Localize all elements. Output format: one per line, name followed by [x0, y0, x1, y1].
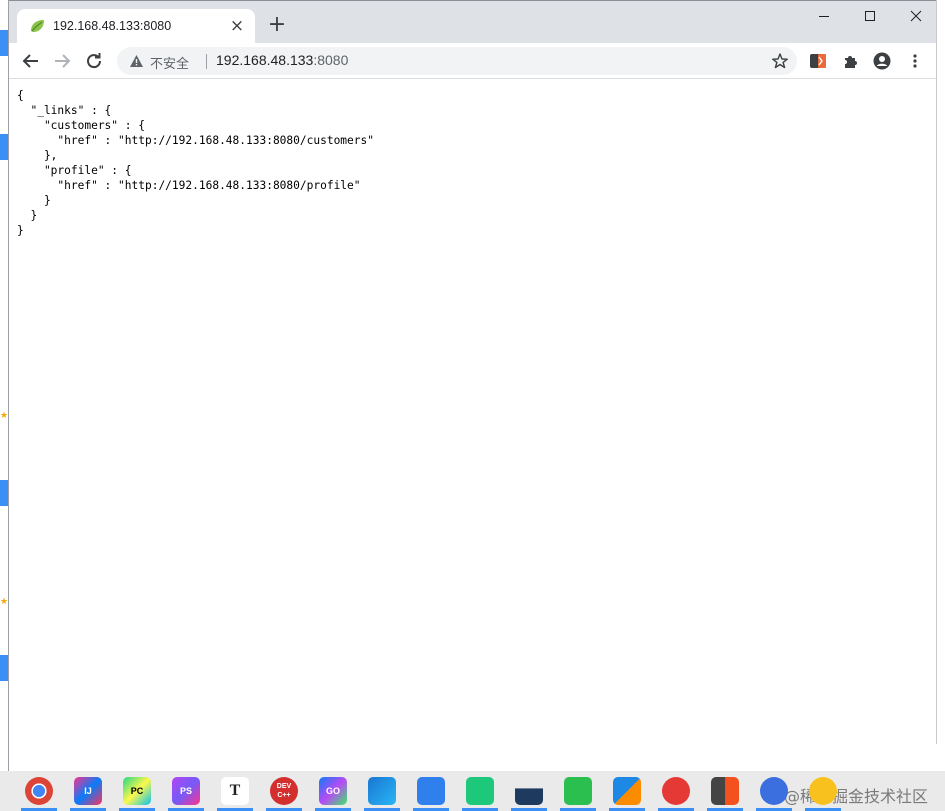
- forward-arrow-icon: [55, 54, 71, 68]
- extension-icon[interactable]: [809, 52, 827, 70]
- background-blue-block: [0, 655, 8, 681]
- not-secure-warning-icon: [130, 55, 143, 67]
- taskbar-app-box-icon[interactable]: [613, 777, 641, 805]
- close-window-button[interactable]: [893, 1, 939, 31]
- taskbar-app-blue-circle-icon[interactable]: [760, 777, 788, 805]
- taskbar-app-bird-icon[interactable]: [368, 777, 396, 805]
- url-text[interactable]: 192.168.48.133:8080: [216, 52, 348, 68]
- background-window-edge-right: [936, 0, 945, 744]
- security-label[interactable]: 不安全: [150, 53, 189, 72]
- extension-orange-icon: [810, 54, 826, 68]
- minimize-button[interactable]: [801, 1, 847, 31]
- taskbar-app-blue-arrow-icon[interactable]: [417, 777, 445, 805]
- screen: ★ ★ 192.168.48.133:8080 × + 不安全 192.168.…: [0, 0, 945, 811]
- url-port: :8080: [313, 52, 349, 68]
- puzzle-icon: [845, 56, 857, 68]
- background-blue-block: [0, 30, 8, 56]
- taskbar-app-green-leaf-icon[interactable]: [564, 777, 592, 805]
- json-line: "_links" : {: [17, 104, 112, 117]
- taskbar-chrome-icon[interactable]: [25, 777, 53, 805]
- maximize-button[interactable]: [847, 1, 893, 31]
- taskbar-dev-cpp-icon[interactable]: DEV C++: [270, 777, 298, 805]
- taskbar-app-cat-icon[interactable]: [515, 777, 543, 805]
- page-content: { "_links" : { "customers" : { "href" : …: [9, 80, 945, 772]
- close-icon: [910, 10, 922, 22]
- browser-toolbar: 不安全 192.168.48.133:8080: [9, 43, 945, 79]
- json-line: }: [17, 209, 38, 222]
- extensions-button[interactable]: [842, 52, 860, 70]
- reload-icon: [87, 53, 102, 69]
- json-line: }: [17, 224, 24, 237]
- browser-menu-button[interactable]: [906, 52, 924, 70]
- minimize-icon: [819, 16, 829, 17]
- back-button[interactable]: [19, 49, 43, 73]
- bookmark-star-icon[interactable]: [771, 52, 789, 70]
- tab-close-icon[interactable]: ×: [227, 16, 247, 36]
- taskbar-app-green-bag-icon[interactable]: [466, 777, 494, 805]
- taskbar-typora-icon[interactable]: T: [221, 777, 249, 805]
- new-tab-button[interactable]: +: [265, 14, 289, 38]
- json-line: }: [17, 194, 51, 207]
- background-window-edge: ★ ★: [0, 0, 9, 771]
- background-star-icon: ★: [0, 410, 9, 420]
- back-arrow-icon: [22, 54, 38, 68]
- tab-title: 192.168.48.133:8080: [53, 19, 172, 33]
- reload-button[interactable]: [82, 49, 106, 73]
- omnibox-divider: [206, 54, 207, 69]
- browser-window: 192.168.48.133:8080 × + 不安全 192.168.48.1…: [9, 0, 945, 772]
- taskbar: @稀土掘金技术社区 IJ PC PS T DEV C++ GO: [0, 771, 945, 811]
- forward-button[interactable]: [50, 49, 74, 73]
- background-star-icon: ★: [0, 596, 9, 606]
- json-line: {: [17, 89, 24, 102]
- taskbar-goland-icon[interactable]: GO: [319, 777, 347, 805]
- taskbar-netease-music-icon[interactable]: [662, 777, 690, 805]
- url-host: 192.168.48.133: [216, 52, 314, 68]
- json-line: "href" : "http://192.168.48.133:8080/pro…: [17, 179, 361, 192]
- json-line: "customers" : {: [17, 119, 145, 132]
- spring-leaf-icon: [31, 20, 44, 32]
- taskbar-app-orange-book-icon[interactable]: [711, 777, 739, 805]
- taskbar-phpstorm-icon[interactable]: PS: [172, 777, 200, 805]
- more-vert-icon: [913, 54, 917, 68]
- account-circle-icon: [873, 52, 891, 70]
- taskbar-pycharm-icon[interactable]: PC: [123, 777, 151, 805]
- maximize-icon: [865, 11, 875, 21]
- title-bar: 192.168.48.133:8080 × +: [9, 1, 945, 43]
- taskbar-app-yellow-icon[interactable]: [809, 777, 837, 805]
- json-line: "href" : "http://192.168.48.133:8080/cus…: [17, 134, 374, 147]
- background-blue-block: [0, 480, 8, 506]
- json-line: },: [17, 149, 58, 162]
- taskbar-intellij-idea-icon[interactable]: IJ: [74, 777, 102, 805]
- background-blue-block: [0, 134, 8, 160]
- watermark-text: @稀土掘金技术社区: [784, 787, 929, 806]
- json-response-body: { "_links" : { "customers" : { "href" : …: [17, 88, 374, 238]
- address-bar[interactable]: 不安全 192.168.48.133:8080: [117, 47, 797, 75]
- json-line: "profile" : {: [17, 164, 132, 177]
- profile-button[interactable]: [873, 52, 891, 70]
- active-tab[interactable]: 192.168.48.133:8080 ×: [17, 9, 255, 43]
